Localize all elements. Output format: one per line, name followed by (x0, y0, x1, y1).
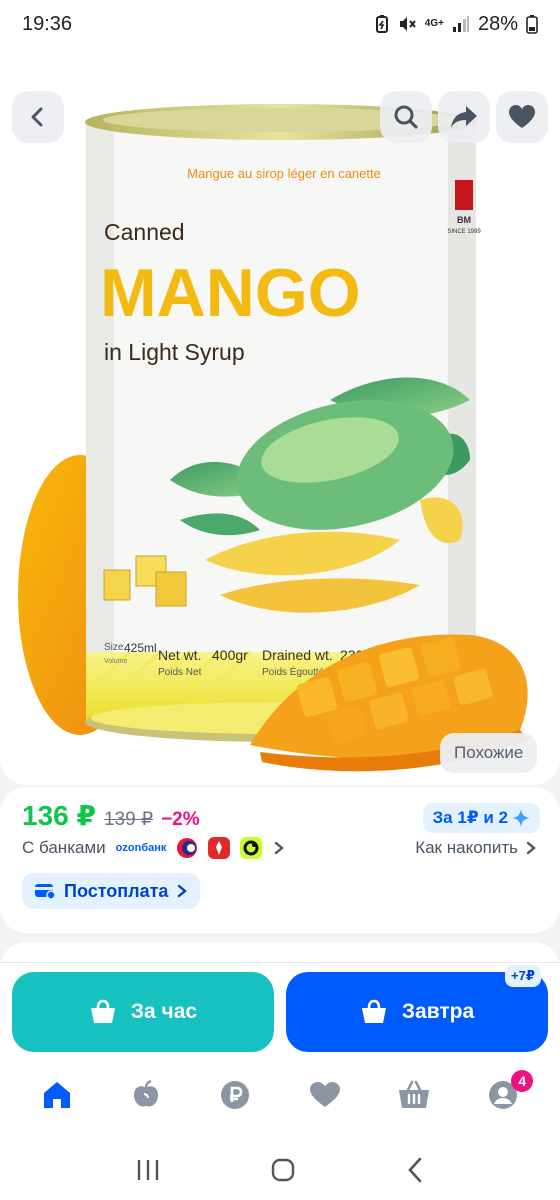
tab-cart[interactable] (384, 1066, 444, 1124)
can-volume: Volume (104, 658, 127, 665)
share-icon (451, 106, 477, 128)
can-size-value: 425ml (124, 641, 157, 655)
points-label: За 1₽ и 2 (432, 808, 508, 827)
back-nav-icon[interactable] (405, 1157, 425, 1183)
product-gallery[interactable]: BM SINCE 1999 Mangue au sirop léger en c… (0, 40, 560, 785)
tab-profile[interactable]: 4 (473, 1066, 534, 1124)
ruble-icon (221, 1081, 250, 1109)
recent-apps-icon[interactable] (135, 1158, 161, 1182)
fresh-icon (133, 1080, 158, 1107)
can-mango: MANGO (100, 255, 361, 331)
price-discount: −2% (161, 809, 200, 830)
ozon-bank-logo: ozon банк (115, 842, 167, 854)
battery-icon (526, 15, 538, 34)
can-tagline: Mangue au sirop léger en canette (187, 166, 381, 181)
mute-icon (399, 17, 416, 31)
extra-price-badge: +7₽ (505, 965, 541, 987)
similar-button[interactable]: Похожие (440, 733, 538, 773)
bank-logo-4 (240, 837, 263, 859)
price-row: 136 ₽ 139 ₽ −2% (22, 799, 200, 832)
network-type: 4G+ (424, 18, 444, 29)
favorites-icon (309, 1082, 340, 1107)
buy-tomorrow-label: Завтра (401, 1000, 475, 1023)
sparkle-icon (512, 809, 530, 827)
bag-icon (361, 999, 386, 1023)
can-drained-label: Drained wt. (262, 647, 333, 663)
can-net-label: Net wt. (158, 647, 202, 663)
can-syrup: in Light Syrup (104, 339, 245, 365)
chevron-right-icon (275, 841, 285, 855)
product-image: BM SINCE 1999 Mangue au sirop léger en c… (18, 104, 528, 772)
tab-bar: 4 (0, 1066, 560, 1124)
status-time: 19:36 (22, 12, 73, 35)
postpay-label: Постоплата (64, 880, 169, 901)
bank-logo-2 (177, 838, 198, 858)
price-current: 136 ₽ (22, 800, 96, 831)
sheet-divider (0, 962, 560, 963)
brand-logo: BM (457, 215, 471, 225)
home-nav-icon[interactable] (270, 1157, 296, 1183)
postpay-button[interactable]: Постоплата (22, 873, 201, 909)
banks-label: С банками (22, 838, 106, 857)
buy-express-button[interactable]: За час (12, 972, 274, 1052)
product-info-card: 136 ₽ 139 ₽ −2% За 1₽ и 2 С банками ozon… (0, 787, 560, 933)
brand-since: SINCE 1999 (447, 229, 481, 235)
can-size-label: Size (104, 642, 124, 653)
ozon-bank-line1: ozon (115, 842, 142, 854)
price-old: 139 ₽ (103, 809, 154, 830)
tab-favorites[interactable] (295, 1066, 355, 1124)
tab-finance[interactable] (205, 1066, 265, 1124)
chevron-right-icon (526, 841, 536, 855)
share-button[interactable] (438, 91, 490, 143)
can-net-value: 400gr (212, 647, 248, 663)
profile-badge: 4 (511, 1070, 534, 1092)
bank-logo-3 (208, 837, 231, 859)
battery-saver-icon (375, 15, 388, 33)
system-nav-bar (0, 1140, 560, 1200)
search-button[interactable] (380, 91, 432, 143)
bag-icon (90, 999, 115, 1023)
banks-row[interactable]: С банками ozon банк (22, 833, 286, 863)
signal-icon (452, 16, 469, 32)
cart-icon (398, 1080, 429, 1108)
heart-icon (509, 105, 535, 128)
back-icon (31, 107, 43, 127)
favorite-button[interactable] (496, 91, 548, 143)
back-button[interactable] (12, 91, 64, 143)
card-icon (35, 884, 56, 900)
can-net-sub: Poids Net (158, 667, 202, 678)
tab-home[interactable] (27, 1066, 87, 1124)
accumulate-label: Как накопить (415, 838, 518, 857)
search-icon (394, 105, 418, 129)
points-badge[interactable]: За 1₽ и 2 (422, 803, 540, 833)
buy-express-label: За час (130, 1000, 198, 1023)
chevron-right-icon (178, 884, 188, 898)
status-icons: 4G+ 28% (375, 13, 538, 36)
tab-fresh[interactable] (116, 1066, 176, 1124)
accumulate-link[interactable]: Как накопить (415, 833, 538, 863)
battery-level: 28% (477, 12, 518, 35)
home-icon (43, 1082, 70, 1108)
can-canned: Canned (104, 219, 185, 245)
ozon-bank-line2: банк (141, 842, 167, 854)
